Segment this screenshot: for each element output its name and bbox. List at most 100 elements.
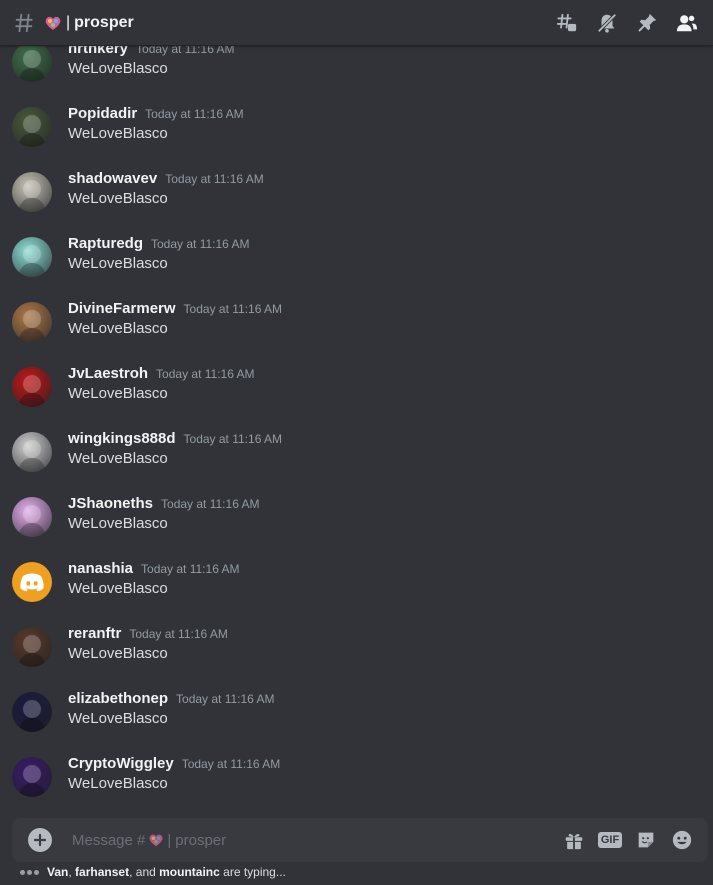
message-header: CryptoWiggley Today at 11:16 AM	[68, 755, 280, 772]
username[interactable]: Rapturedg	[68, 235, 143, 252]
anime-avatar[interactable]	[12, 367, 52, 407]
typing-sep: ,	[68, 865, 72, 879]
typing-user: Van	[47, 865, 69, 879]
username[interactable]: DivineFarmerw	[68, 300, 176, 317]
message-composer: Message # | prosper GIF	[12, 818, 708, 862]
gif-button[interactable]: GIF	[597, 828, 623, 852]
timestamp: Today at 11:16 AM	[151, 237, 250, 251]
username[interactable]: wingkings888d	[68, 430, 176, 447]
cartoon-avatar[interactable]	[12, 237, 52, 277]
message-content: WeLoveBlasco	[68, 515, 168, 532]
username[interactable]: JvLaestroh	[68, 365, 148, 382]
typing-sep: ,	[129, 865, 133, 879]
message-header: JvLaestroh Today at 11:16 AM	[68, 365, 255, 382]
message-content: WeLoveBlasco	[68, 320, 168, 337]
message-content: WeLoveBlasco	[68, 580, 168, 597]
timestamp: Today at 11:16 AM	[156, 367, 255, 381]
threads-icon[interactable]	[555, 11, 579, 35]
pinned-messages-icon[interactable]	[635, 11, 659, 35]
message-item[interactable]: DivineFarmerw Today at 11:16 AM WeLoveBlas…	[0, 298, 713, 363]
message-header: Rapturedg Today at 11:16 AM	[68, 235, 250, 252]
message-item[interactable]: CryptoWiggley Today at 11:16 AM WeLoveBlas…	[0, 753, 713, 815]
photo-avatar[interactable]	[12, 107, 52, 147]
message-content: WeLoveBlasco	[68, 385, 168, 402]
message-item[interactable]: nrthkery Today at 11:16 AM WeLoveBlasco	[0, 38, 713, 103]
username[interactable]: elizabethonep	[68, 690, 168, 707]
typing-indicator: Van, farhanset, and mountainc are typing…	[20, 865, 286, 879]
message-header: Popidadir Today at 11:16 AM	[68, 105, 244, 122]
username[interactable]: CryptoWiggley	[68, 755, 174, 772]
heart-emoji-icon	[44, 14, 62, 32]
message-content: WeLoveBlasco	[68, 710, 168, 727]
username[interactable]: shadowavev	[68, 170, 157, 187]
message-content: WeLoveBlasco	[68, 60, 168, 77]
timestamp: Today at 11:16 AM	[165, 172, 264, 186]
timestamp: Today at 11:16 AM	[181, 757, 281, 771]
message-item[interactable]: nanashia Today at 11:16 AM WeLoveBlasco	[0, 558, 713, 623]
message-item[interactable]: shadowavev Today at 11:16 AM WeLoveBlasco	[0, 168, 713, 233]
channel-separator: |	[66, 13, 71, 31]
message-header: JShaoneths Today at 11:16 AM	[68, 495, 260, 512]
discord-default-avatar[interactable]	[12, 562, 52, 602]
typing-user: mountainc	[159, 865, 220, 879]
channel-name: prosper	[74, 13, 134, 31]
message-header: reranftr Today at 11:16 AM	[68, 625, 228, 642]
sticker-icon[interactable]	[634, 828, 658, 852]
placeholder-channel: prosper	[175, 831, 227, 849]
message-item[interactable]: JvLaestroh Today at 11:16 AM WeLoveBlasco	[0, 363, 713, 428]
typing-dots-icon	[20, 869, 41, 875]
punk-avatar[interactable]	[12, 497, 52, 537]
galaxy-avatar[interactable]	[12, 757, 52, 797]
message-input[interactable]: Message # | prosper	[72, 832, 226, 849]
message-header: elizabethonep Today at 11:16 AM	[68, 690, 275, 707]
username[interactable]: JShaoneths	[68, 495, 153, 512]
header-toolbar	[547, 0, 707, 46]
placeholder-prefix: Message #	[72, 831, 146, 849]
timestamp: Today at 11:16 AM	[161, 497, 260, 511]
username[interactable]: Popidadir	[68, 105, 137, 122]
ape-avatar[interactable]	[12, 42, 52, 82]
text-channel-hash-icon	[12, 11, 36, 35]
message-list: nrthkery Today at 11:16 AM WeLoveBlasco Pop…	[0, 0, 713, 815]
notification-muted-icon[interactable]	[595, 11, 619, 35]
attach-plus-icon[interactable]	[28, 828, 52, 852]
gift-icon[interactable]	[562, 828, 586, 852]
typing-user: farhanset	[75, 865, 130, 879]
message-item[interactable]: Popidadir Today at 11:16 AM WeLoveBlasco	[0, 103, 713, 168]
ape-avatar[interactable]	[12, 432, 52, 472]
message-header: shadowavev Today at 11:16 AM	[68, 170, 264, 187]
message-content: WeLoveBlasco	[68, 190, 168, 207]
timestamp: Today at 11:16 AM	[183, 432, 283, 446]
timestamp: Today at 11:16 AM	[176, 692, 275, 706]
arcade-avatar[interactable]	[12, 692, 52, 732]
message-item[interactable]: JShaoneths Today at 11:16 AM WeLoveBlasco	[0, 493, 713, 558]
heart-emoji-icon	[148, 832, 164, 848]
timestamp: Today at 11:16 AM	[183, 302, 283, 316]
message-item[interactable]: wingkings888d Today at 11:16 AM WeLoveBlas…	[0, 428, 713, 493]
timestamp: Today at 11:16 AM	[145, 107, 244, 121]
message-content: WeLoveBlasco	[68, 645, 168, 662]
placeholder-separator: |	[167, 831, 172, 849]
message-content: WeLoveBlasco	[68, 775, 168, 792]
message-content: WeLoveBlasco	[68, 450, 168, 467]
message-content: WeLoveBlasco	[68, 125, 168, 142]
cartoon-avatar[interactable]	[12, 302, 52, 342]
message-header: nanashia Today at 11:16 AM	[68, 560, 240, 577]
emoji-icon[interactable]	[670, 828, 694, 852]
gif-label: GIF	[597, 832, 623, 848]
message-item[interactable]: reranftr Today at 11:16 AM WeLoveBlasco	[0, 623, 713, 688]
ape-avatar[interactable]	[12, 172, 52, 212]
username[interactable]: nanashia	[68, 560, 133, 577]
composer-toolbar: GIF	[556, 818, 700, 862]
macaron-avatar[interactable]	[12, 627, 52, 667]
message-header: wingkings888d Today at 11:16 AM	[68, 430, 282, 447]
message-header: DivineFarmerw Today at 11:16 AM	[68, 300, 282, 317]
typing-and: and	[135, 865, 156, 879]
message-content: WeLoveBlasco	[68, 255, 168, 272]
member-list-icon[interactable]	[675, 11, 699, 35]
message-item[interactable]: Rapturedg Today at 11:16 AM WeLoveBlasco	[0, 233, 713, 298]
message-item[interactable]: elizabethonep Today at 11:16 AM WeLoveBlas…	[0, 688, 713, 753]
timestamp: Today at 11:16 AM	[129, 627, 228, 641]
typing-suffix: are typing...	[223, 865, 286, 879]
username[interactable]: reranftr	[68, 625, 121, 642]
